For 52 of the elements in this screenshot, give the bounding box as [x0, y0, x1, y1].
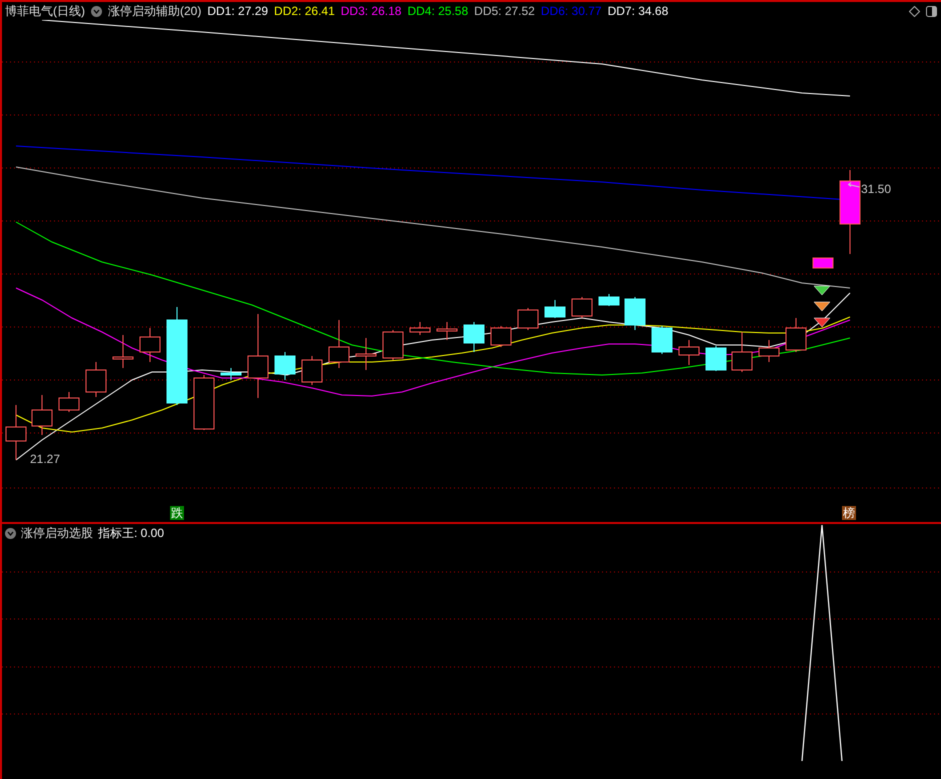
sub-panel-title: 涨停启动选股 — [21, 525, 93, 542]
legend-value: DD4: 25.58 — [407, 3, 468, 20]
indicator-reading: 指标王: 0.00 — [98, 525, 164, 542]
gem-icon — [814, 286, 830, 296]
legend-value: DD3: 26.18 — [340, 3, 402, 20]
diamond-icon[interactable] — [909, 6, 920, 16]
legend-value: DD2: 26.41 — [274, 3, 335, 20]
candlestick — [58, 392, 80, 412]
candlestick — [356, 338, 376, 370]
candlestick — [464, 322, 484, 352]
candlestick — [812, 258, 834, 268]
candlestick — [490, 326, 512, 348]
panel-toggle-icon[interactable] — [926, 6, 937, 16]
candlestick — [706, 346, 726, 372]
candlestick — [86, 362, 106, 398]
legend-value: DD5: 27.52 — [474, 3, 535, 20]
candlestick — [572, 296, 592, 318]
candlestick — [328, 320, 350, 368]
candlestick — [518, 308, 538, 330]
candlestick — [382, 330, 404, 360]
high-price-label: 31.50 — [861, 181, 892, 198]
candlestick — [652, 326, 672, 354]
legend-value: DD1: 27.29 — [207, 3, 268, 20]
candlestick — [436, 322, 458, 340]
candlestick — [624, 296, 646, 330]
candlestick — [598, 294, 620, 306]
candlestick — [140, 328, 160, 362]
candlestick — [410, 322, 430, 336]
candlestick — [758, 340, 780, 362]
gem-icon — [814, 318, 830, 328]
candlestick — [786, 318, 806, 352]
low-price-label: 21.27 — [30, 451, 60, 468]
signal-badge: 榜 — [842, 506, 856, 520]
candlestick — [194, 374, 214, 430]
candlestick — [6, 404, 26, 460]
signal-badge: 跌 — [170, 506, 184, 520]
legend-value: DD7: 34.68 — [608, 3, 668, 20]
candlestick — [220, 368, 242, 380]
candlestick — [32, 394, 52, 436]
gem-icon — [814, 302, 830, 312]
legend-value: DD6: 30.77 — [540, 3, 602, 20]
stock-title: 博菲电气(日线) — [5, 3, 85, 20]
candlestick — [274, 352, 296, 380]
dropdown-icon[interactable] — [91, 6, 102, 16]
candlestick — [544, 300, 566, 318]
candlestick — [302, 356, 322, 386]
leader-line — [848, 182, 860, 188]
indicator-title: 涨停启动辅助(20) — [108, 3, 202, 20]
candlestick — [112, 334, 134, 368]
dropdown-icon[interactable] — [5, 528, 16, 538]
candlestick — [678, 340, 700, 366]
candlestick — [732, 332, 752, 372]
